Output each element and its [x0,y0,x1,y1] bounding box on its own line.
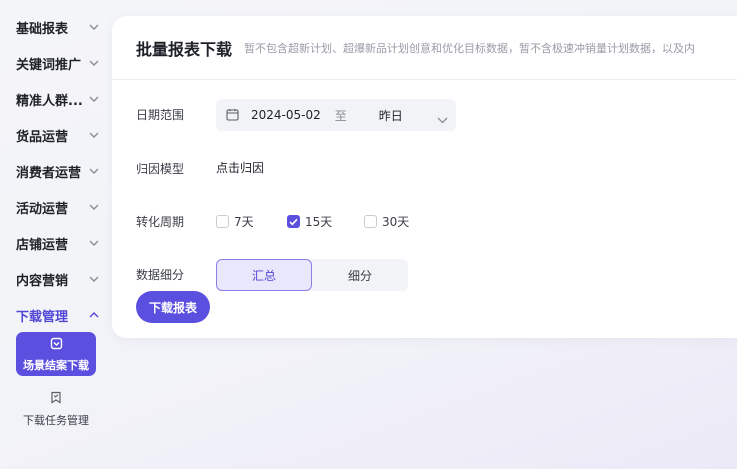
sidebar-item-label: 活动运营 [16,201,69,217]
sidebar-item-label: 消费者运营 [16,165,82,181]
sidebar-item-label: 店铺运营 [16,237,69,253]
conversion-15d-checkbox[interactable]: 15天 [287,213,332,230]
checkmark-icon [289,218,298,225]
attribution-value[interactable]: 点击归因 [216,159,264,176]
chevron-down-icon [88,57,100,69]
sidebar-item-label: 内容营销 [16,273,69,289]
subnav-item-label: 场景结案下载 [23,359,89,372]
calendar-icon [226,106,239,125]
sidebar-nav: 基础报表 关键词推广 精准人群... 货品运营 消费者运营 活动运营 店铺运营 [0,0,108,469]
subnav-item-download-tasks[interactable]: 下载任务管理 [16,388,96,428]
checkbox-label: 30天 [382,215,410,229]
conversion-30d-checkbox[interactable]: 30天 [364,213,409,230]
sidebar-item-precise-audience[interactable]: 精准人群... [16,89,100,109]
attribution-label: 归因模型 [136,162,185,176]
subnav-item-scene-report-download[interactable]: 场景结案下载 [16,332,96,376]
checkbox-box[interactable] [364,215,377,228]
page-title: 批量报表下载 [136,39,233,59]
sidebar-item-store-ops[interactable]: 店铺运营 [16,233,100,253]
checkbox-box[interactable] [216,215,229,228]
sidebar-item-label: 基础报表 [16,21,69,37]
breakdown-segmented-control: 汇总 细分 [216,259,408,291]
date-start-value[interactable]: 2024-05-02 [251,108,321,122]
conversion-7d-checkbox[interactable]: 7天 [216,213,254,230]
chevron-down-icon [88,165,100,177]
chevron-down-icon [437,109,448,128]
breakdown-label: 数据细分 [136,268,185,282]
sidebar-item-basic-reports[interactable]: 基础报表 [16,17,100,37]
checkbox-label: 15天 [305,215,333,229]
subnav-item-label: 下载任务管理 [23,413,89,427]
sidebar-item-label: 精准人群... [16,93,83,109]
breakdown-option-detail[interactable]: 细分 [312,259,408,291]
sidebar-item-goods-ops[interactable]: 货品运营 [16,125,100,145]
batch-report-card: 批量报表下载 暂不包含超新计划、超爆新品计划创意和优化目标数据，暂不含极速冲销量… [112,16,737,338]
date-end-value[interactable]: 昨日 [379,107,403,124]
chevron-up-icon [88,309,100,321]
chevron-down-icon [88,129,100,141]
sidebar-item-label: 关键词推广 [16,57,82,73]
conversion-period-label: 转化周期 [136,215,185,229]
checkbox-label: 7天 [234,215,254,229]
chevron-down-icon [88,93,100,105]
card-header: 批量报表下载 暂不包含超新计划、超爆新品计划创意和优化目标数据，暂不含极速冲销量… [112,16,737,80]
breakdown-option-summary[interactable]: 汇总 [216,259,312,291]
sidebar-item-content-marketing[interactable]: 内容营销 [16,269,100,289]
sidebar-item-campaign-ops[interactable]: 活动运营 [16,197,100,217]
app-root: 基础报表 关键词推广 精准人群... 货品运营 消费者运营 活动运营 店铺运营 [0,0,737,469]
date-range-picker[interactable]: 2024-05-02 至 昨日 [216,99,456,131]
sidebar-item-keyword-promo[interactable]: 关键词推广 [16,53,100,73]
chevron-down-icon [88,201,100,213]
download-report-button[interactable]: 下载报表 [136,291,210,323]
chevron-down-icon [88,273,100,285]
download-doc-icon [50,335,63,354]
sidebar-item-download-management[interactable]: 下载管理 [16,305,100,325]
checkbox-box-checked[interactable] [287,215,300,228]
sidebar-item-label: 货品运营 [16,129,69,145]
date-range-label: 日期范围 [136,108,185,122]
sidebar-item-consumer-ops[interactable]: 消费者运营 [16,161,100,181]
page-notice: 暂不包含超新计划、超爆新品计划创意和优化目标数据，暂不含极速冲销量计划数据，以及… [244,41,696,55]
date-range-separator: 至 [334,108,347,123]
sidebar-item-label: 下载管理 [16,309,69,325]
task-bookmark-icon [50,389,62,408]
chevron-down-icon [88,21,100,33]
chevron-down-icon [88,237,100,249]
